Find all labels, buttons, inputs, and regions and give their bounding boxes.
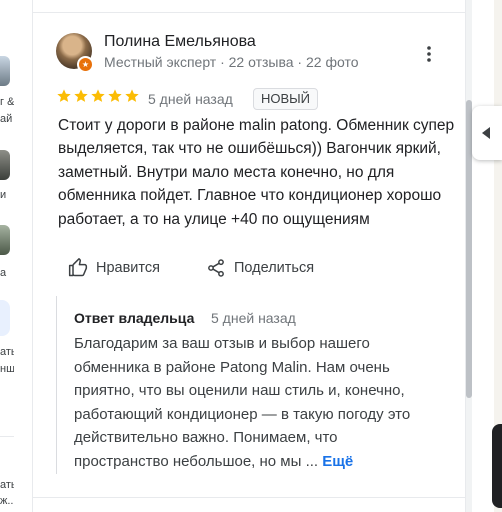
left-text-fragment: и [0, 189, 7, 201]
owner-reply-title: Ответ владельца [74, 310, 195, 326]
left-text-fragment: ать [0, 479, 14, 491]
map-control[interactable] [492, 424, 502, 508]
left-text-fragment: нше [0, 363, 14, 375]
left-text-fragment: ать [0, 346, 14, 358]
share-button[interactable]: Поделиться [206, 254, 314, 282]
star-rating [56, 88, 141, 108]
reviewer-meta[interactable]: Местный эксперт · 22 отзыва · 22 фото [104, 54, 359, 70]
like-label: Нравится [96, 260, 160, 276]
left-text-fragment: ж... [0, 495, 14, 507]
left-pill-button[interactable] [0, 300, 10, 336]
chevron-left-icon [482, 127, 490, 139]
share-label: Поделиться [234, 260, 315, 276]
star-icon [74, 89, 88, 102]
local-guide-badge-icon: ★ [77, 56, 94, 73]
divider [33, 497, 465, 498]
owner-reply-text: Благодарим за ваш отзыв и выбор нашего о… [74, 332, 434, 473]
left-text-fragment: ай [0, 113, 13, 125]
star-icon [125, 89, 139, 102]
left-text-fragment: а [0, 267, 7, 279]
star-icon [91, 89, 105, 102]
screen: г & ай и а ать нше ать ж... ★ Полина Еме… [0, 0, 502, 512]
more-options-button[interactable] [417, 42, 441, 66]
star-icon [57, 89, 71, 102]
share-icon [208, 259, 224, 277]
star-icon [108, 89, 122, 102]
owner-reply-body: Благодарим за ваш отзыв и выбор нашего о… [74, 335, 411, 470]
more-link[interactable]: Ещё [322, 453, 353, 470]
more-vert-icon [427, 46, 431, 62]
collapse-panel-button[interactable] [472, 106, 502, 160]
owner-reply-date: 5 дней назад [211, 310, 296, 326]
place-thumbnail[interactable] [0, 150, 10, 180]
new-badge: НОВЫЙ [253, 88, 319, 110]
thumb-up-icon [68, 258, 88, 277]
review-text: Стоит у дороги в районе malin patong. Об… [58, 117, 455, 228]
card-border [32, 0, 33, 512]
place-thumbnail[interactable] [0, 56, 10, 86]
place-thumbnail[interactable] [0, 225, 10, 255]
reviewer-name[interactable]: Полина Емельянова [104, 33, 256, 51]
left-text-fragment: г & [0, 96, 14, 108]
left-panel-clipped: г & ай и а ать нше ать ж... [0, 0, 14, 512]
reply-rule [56, 296, 57, 474]
like-button[interactable]: Нравится [68, 254, 160, 282]
divider [33, 12, 465, 13]
review-date: 5 дней назад [148, 91, 233, 107]
divider [0, 436, 14, 437]
